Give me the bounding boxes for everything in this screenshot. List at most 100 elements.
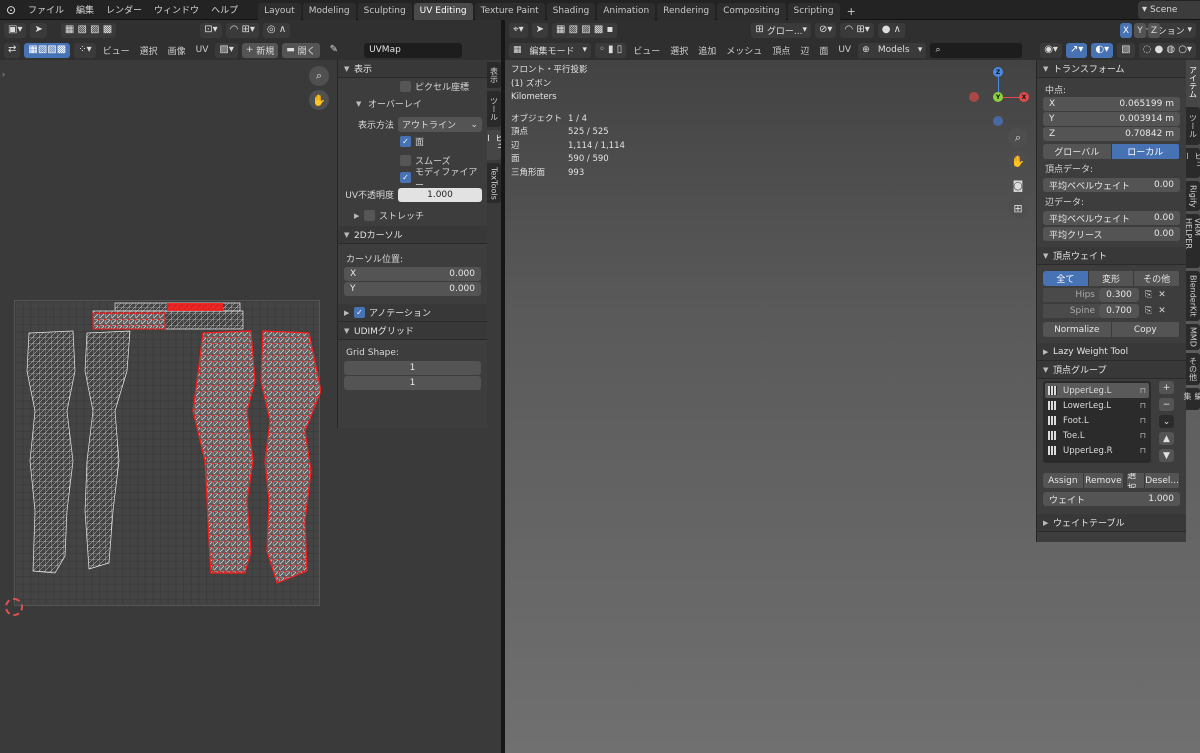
ortho-grid-icon[interactable]: ⊞ — [1008, 198, 1028, 218]
sidebar-tab-rigify[interactable]: Rigify — [1186, 181, 1200, 211]
unlock-icon[interactable]: ⊓ — [1140, 416, 1146, 425]
sidebar-tab-edit[interactable]: 編集 — [1183, 388, 1200, 410]
list-item[interactable]: LowerLeg.L ⊓ — [1045, 398, 1149, 413]
sidebar-tab-view-r[interactable]: ビュー — [1183, 148, 1200, 178]
median-y-field[interactable]: Y 0.003914 m — [1043, 112, 1180, 126]
uvmap-field[interactable]: UVMap — [364, 42, 463, 58]
global-button[interactable]: グローバル — [1043, 144, 1112, 159]
mirror-x-button[interactable]: X — [1120, 23, 1132, 38]
sidebar-tab-textools[interactable]: TexTools — [487, 163, 501, 203]
vp-menu-select[interactable]: 選択 — [667, 44, 691, 57]
list-item[interactable]: Toe.L ⊓ — [1045, 428, 1149, 443]
mode-dropdown[interactable]: ▦ 編集モード ▾ — [509, 42, 591, 58]
uv-island-right-leg-1[interactable] — [192, 330, 256, 574]
menu-window[interactable]: ウィンドウ — [148, 3, 205, 16]
modifier-row[interactable]: ✓ モディファイアー — [338, 168, 487, 191]
viewport-snap-button[interactable]: ◠ ⊞▾ — [840, 22, 874, 38]
sidebar-tab-tool-r[interactable]: ツール — [1186, 107, 1200, 145]
sidebar-tab-item[interactable]: アイテム — [1186, 60, 1200, 104]
tab-texture-paint[interactable]: Texture Paint — [474, 2, 545, 20]
xray-button[interactable]: ▧ — [1117, 42, 1135, 58]
median-x-field[interactable]: X 0.065199 m — [1043, 97, 1180, 111]
list-item[interactable]: UpperLeg.R ⊓ — [1045, 443, 1149, 458]
select-mode-buttons[interactable]: ▦ ▧ ▨ ▩ — [60, 22, 117, 38]
annotation-checkbox[interactable]: ✓ — [354, 307, 365, 318]
faces-row[interactable]: ✓ 面 — [338, 133, 487, 150]
weight-spine-name[interactable]: Spine — [1043, 303, 1099, 318]
stretch-checkbox[interactable] — [364, 210, 375, 221]
move-up-icon[interactable]: ▲ — [1159, 432, 1174, 445]
tab-sculpting[interactable]: Sculpting — [357, 2, 412, 20]
unlock-icon[interactable]: ⊓ — [1140, 386, 1146, 395]
viewport-pan-hand-icon[interactable]: ✋ — [1008, 151, 1028, 171]
vp-menu-mesh[interactable]: メッシュ — [723, 44, 765, 57]
pixel-coords-row[interactable]: ピクセル座標 — [338, 78, 487, 95]
open-image-button[interactable]: ▬ 開く — [282, 42, 320, 58]
sidebar-tab-mmd[interactable]: MMD — [1186, 324, 1200, 350]
camera-view-icon[interactable]: ◙ — [1008, 175, 1028, 195]
pan-hand-icon[interactable]: ✋ — [309, 90, 329, 110]
cursor-x-field[interactable]: X 0.000 — [344, 267, 481, 281]
edge-bevel-weight-field[interactable]: 平均ベベルウェイト 0.00 — [1043, 211, 1180, 225]
vw-tab-other[interactable]: その他 — [1134, 271, 1180, 286]
assign-button[interactable]: Assign — [1043, 473, 1084, 488]
median-z-field[interactable]: Z 0.70842 m — [1043, 127, 1180, 141]
weight-hips-value[interactable]: 0.300 — [1099, 287, 1139, 302]
tab-animation[interactable]: Animation — [597, 2, 656, 20]
sidebar-tab-vrm-helper[interactable]: VRM HELPER — [1184, 214, 1200, 268]
sticky-mode-button[interactable]: ⁘▾ — [74, 42, 96, 58]
udim-panel-header[interactable]: ▼ UDIMグリッド — [338, 322, 487, 340]
vp-menu-vertex[interactable]: 頂点 — [769, 44, 793, 57]
vertex-bevel-weight-field[interactable]: 平均ベベルウェイト 0.00 — [1043, 178, 1180, 192]
pivot-button[interactable]: ⊡▾ — [200, 22, 222, 38]
shading-buttons[interactable]: ◌ ● ◍ ○▾ — [1138, 42, 1197, 58]
group-specials-icon[interactable]: ⌄ — [1159, 415, 1174, 428]
new-image-button[interactable]: + 新規 — [241, 42, 279, 58]
copy-weight-icon-2[interactable]: ⎘ — [1145, 306, 1152, 316]
uv-island-right-leg-2[interactable] — [260, 330, 321, 584]
tab-shading[interactable]: Shading — [546, 2, 596, 20]
mesh-select-mode-buttons[interactable]: ◦ ▮ ▯ — [594, 42, 627, 58]
select-tool-button[interactable]: ➤ — [30, 22, 47, 38]
pivot-point-button[interactable]: ⊘▾ — [815, 22, 837, 38]
menu-render[interactable]: レンダー — [100, 3, 148, 16]
zoom-icon[interactable]: ⌕ — [309, 66, 329, 86]
copy-weight-icon[interactable]: ⎘ — [1145, 290, 1152, 300]
gizmo-x-icon[interactable]: X — [1019, 92, 1029, 102]
sidebar-tab-view[interactable]: ビュー — [484, 130, 504, 160]
uv-vertex-mode-button[interactable]: ▦▧▨▩ — [24, 42, 71, 58]
mirror-z-button[interactable]: Z — [1148, 23, 1160, 38]
display-panel-header[interactable]: ▼ 表示 — [338, 60, 487, 78]
sidebar-tab-tool[interactable]: ツール — [487, 91, 501, 127]
select-button[interactable]: 選択 — [1127, 473, 1146, 488]
tool-shelf-arrow-icon[interactable]: › — [2, 70, 5, 79]
uv-island-selected-waist[interactable] — [92, 312, 166, 330]
transform-orientation-dropdown[interactable]: ⊞ グロー... ▾ — [751, 22, 812, 38]
tab-uv-editing[interactable]: UV Editing — [413, 2, 473, 20]
smooth-checkbox[interactable] — [400, 155, 411, 166]
menu-edit[interactable]: 編集 — [70, 3, 100, 16]
tab-rendering[interactable]: Rendering — [657, 2, 716, 20]
lazy-weight-panel-header[interactable]: ▶ Lazy Weight Tool — [1037, 343, 1186, 361]
uv-menu-uv[interactable]: UV — [193, 45, 212, 55]
display-method-dropdown[interactable]: アウトライン ⌄ — [398, 117, 482, 132]
vp-menu-edge[interactable]: 辺 — [797, 44, 812, 57]
viewport-editor-type-button[interactable]: ⌖▾ — [509, 22, 528, 38]
weight-hips-name[interactable]: Hips — [1043, 287, 1099, 302]
modifier-checkbox[interactable]: ✓ — [400, 172, 411, 183]
edge-crease-field[interactable]: 平均クリース 0.00 — [1043, 227, 1180, 241]
sidebar-tab-blenderkit[interactable]: BlenderKit — [1186, 271, 1200, 321]
viewport-zoom-icon[interactable]: ⌕ — [1008, 128, 1028, 148]
remove-group-icon[interactable]: − — [1159, 398, 1174, 411]
proportional-button[interactable]: ◎ ∧ — [262, 22, 291, 38]
vp-menu-uv[interactable]: UV — [835, 45, 854, 55]
snap-button[interactable]: ◠ ⊞▾ — [225, 22, 259, 38]
list-item[interactable]: UpperLeg.L ⊓ — [1045, 383, 1149, 398]
vertex-weights-panel-header[interactable]: ▼ 頂点ウェイト — [1037, 247, 1186, 265]
overlay-subpanel-header[interactable]: ▼ オーバーレイ — [338, 95, 487, 112]
annotation-panel-header[interactable]: ▶ ✓ アノテーション — [338, 304, 487, 322]
overlay-toggle-button[interactable]: ◐▾ — [1091, 42, 1114, 58]
delete-weight-icon-2[interactable]: ✕ — [1158, 306, 1166, 316]
visibility-button[interactable]: ◉▾ — [1040, 42, 1062, 58]
transform-panel-header[interactable]: ▼ トランスフォーム — [1037, 60, 1186, 78]
